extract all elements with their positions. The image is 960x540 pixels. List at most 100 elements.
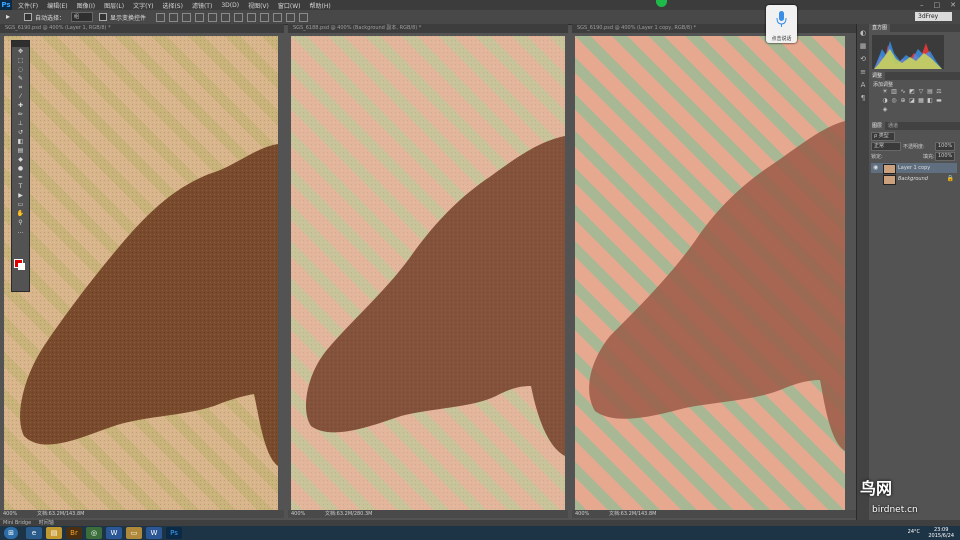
zoom-level[interactable]: 400% bbox=[575, 510, 589, 518]
lasso-tool-icon[interactable]: ◌ bbox=[15, 66, 26, 74]
canvas-2[interactable] bbox=[291, 36, 565, 510]
align-middle-icon[interactable] bbox=[169, 12, 179, 22]
menu-help[interactable]: 帮助(H) bbox=[310, 1, 331, 10]
align-center-icon[interactable] bbox=[208, 12, 218, 22]
distribute-top-icon[interactable] bbox=[234, 12, 244, 22]
history-brush-tool-icon[interactable]: ↺ bbox=[15, 129, 26, 137]
menu-window[interactable]: 窗口(W) bbox=[278, 1, 301, 10]
menu-type[interactable]: 文字(Y) bbox=[133, 1, 153, 10]
minimize-icon[interactable]: – bbox=[920, 1, 924, 9]
crop-tool-icon[interactable]: ⌗ bbox=[15, 84, 26, 92]
distribute-right-icon[interactable] bbox=[299, 12, 309, 22]
pen-tool-icon[interactable]: ✒ bbox=[15, 174, 26, 182]
close-icon[interactable]: ✕ bbox=[950, 1, 956, 9]
document-tab-1[interactable]: SGS_6190.psd @ 400% (Layer 1, RGB/8) * bbox=[0, 24, 284, 33]
menu-file[interactable]: 文件(F) bbox=[18, 1, 38, 10]
gradient-map-icon[interactable]: ▬ bbox=[936, 98, 942, 104]
properties-panel-icon[interactable]: ≡ bbox=[859, 68, 867, 76]
move-tool-icon[interactable]: ✥ bbox=[15, 48, 26, 56]
shape-tool-icon[interactable]: ▭ bbox=[15, 201, 26, 209]
healing-tool-icon[interactable]: ✚ bbox=[15, 102, 26, 110]
explorer-icon[interactable]: ▤ bbox=[46, 527, 62, 539]
brightness-icon[interactable]: ☀ bbox=[882, 89, 888, 95]
distribute-left-icon[interactable] bbox=[273, 12, 283, 22]
photoshop-icon[interactable]: Ps bbox=[166, 527, 182, 539]
paragraph-panel-icon[interactable]: ¶ bbox=[859, 94, 867, 102]
voice-input-widget[interactable]: 点击说话 bbox=[766, 5, 797, 43]
path-select-tool-icon[interactable]: ▶ bbox=[15, 192, 26, 200]
hue-saturation-icon[interactable]: ▤ bbox=[927, 89, 933, 95]
dodge-tool-icon[interactable]: ● bbox=[15, 165, 26, 173]
blend-mode-select[interactable]: 正常 bbox=[871, 142, 901, 151]
word-icon[interactable]: W bbox=[106, 527, 122, 539]
maximize-icon[interactable]: □ bbox=[934, 1, 941, 9]
threshold-icon[interactable]: ◧ bbox=[927, 98, 933, 104]
clock[interactable]: 23:09 2015/6/24 bbox=[928, 527, 954, 539]
align-bottom-icon[interactable] bbox=[182, 12, 192, 22]
zoom-level[interactable]: 400% bbox=[291, 510, 305, 518]
photo-filter-icon[interactable]: ◎ bbox=[891, 98, 897, 104]
color-panel-icon[interactable]: ◐ bbox=[859, 29, 867, 37]
distribute-bottom-icon[interactable] bbox=[260, 12, 270, 22]
selective-color-icon[interactable]: ◈ bbox=[882, 107, 888, 113]
distribute-middle-icon[interactable] bbox=[247, 12, 257, 22]
quick-select-tool-icon[interactable]: ✎ bbox=[15, 75, 26, 83]
type-tool-icon[interactable]: T bbox=[15, 183, 26, 191]
workspace-selector[interactable]: 3dFrey bbox=[915, 12, 952, 21]
fill-input[interactable]: 100% bbox=[935, 152, 955, 161]
tab-channels[interactable]: 通道 bbox=[885, 122, 901, 130]
ie-icon[interactable]: e bbox=[26, 527, 42, 539]
hand-tool-icon[interactable]: ✋ bbox=[15, 210, 26, 218]
canvas-3[interactable] bbox=[575, 36, 845, 510]
eraser-tool-icon[interactable]: ◧ bbox=[15, 138, 26, 146]
auto-select-checkbox[interactable] bbox=[24, 13, 32, 21]
document-tab-3[interactable]: SGS_6190.psd @ 400% (Layer 1 copy, RGB/8… bbox=[572, 24, 856, 33]
opacity-input[interactable]: 100% bbox=[935, 142, 955, 151]
align-left-icon[interactable] bbox=[195, 12, 205, 22]
chrome-icon[interactable]: ◎ bbox=[86, 527, 102, 539]
character-panel-icon[interactable]: A bbox=[859, 81, 867, 89]
eyedropper-tool-icon[interactable]: ⁄ bbox=[15, 93, 26, 101]
curves-icon[interactable]: ∿ bbox=[900, 89, 906, 95]
more-tools-icon[interactable]: … bbox=[15, 228, 26, 236]
menu-3d[interactable]: 3D(D) bbox=[221, 2, 239, 9]
zoom-level[interactable]: 400% bbox=[3, 510, 17, 518]
start-button[interactable]: ⊞ bbox=[4, 527, 18, 539]
eye-icon[interactable]: ◉ bbox=[873, 163, 879, 173]
levels-icon[interactable]: ▥ bbox=[891, 89, 897, 95]
layer-kind-filter[interactable]: ρ 类型 bbox=[871, 132, 895, 141]
history-panel-icon[interactable]: ⟲ bbox=[859, 55, 867, 63]
posterize-icon[interactable]: ▦ bbox=[918, 98, 924, 104]
bridge-icon[interactable]: Br bbox=[66, 527, 82, 539]
menu-image[interactable]: 图像(I) bbox=[77, 1, 95, 10]
canvas-1[interactable] bbox=[4, 36, 278, 510]
channel-mixer-icon[interactable]: ⊕ bbox=[900, 98, 906, 104]
layer-row[interactable]: Background 🔒 bbox=[871, 174, 957, 185]
exposure-icon[interactable]: ◩ bbox=[909, 89, 915, 95]
document-tab-2[interactable]: SGS_6188.psd @ 400% (Background 副本, RGB/… bbox=[288, 24, 568, 33]
tab-layers[interactable]: 图层 bbox=[869, 122, 886, 130]
menu-filter[interactable]: 滤镜(T) bbox=[192, 1, 212, 10]
color-balance-icon[interactable]: ⚖ bbox=[936, 89, 942, 95]
gradient-tool-icon[interactable]: ▤ bbox=[15, 147, 26, 155]
tools-panel-header[interactable] bbox=[12, 41, 29, 47]
background-color-swatch[interactable] bbox=[18, 263, 25, 270]
menu-select[interactable]: 选择(S) bbox=[162, 1, 183, 10]
menu-edit[interactable]: 编辑(E) bbox=[47, 1, 67, 10]
marquee-tool-icon[interactable]: ⬚ bbox=[15, 57, 26, 65]
show-transform-checkbox[interactable] bbox=[99, 13, 108, 21]
zoom-tool-icon[interactable]: ⚲ bbox=[15, 219, 26, 227]
word2-icon[interactable]: W bbox=[146, 527, 162, 539]
black-white-icon[interactable]: ◑ bbox=[882, 98, 888, 104]
blur-tool-icon[interactable]: ◆ bbox=[15, 156, 26, 164]
auto-select-dropdown[interactable]: 组 bbox=[71, 12, 94, 22]
invert-icon[interactable]: ◪ bbox=[909, 98, 915, 104]
align-top-icon[interactable] bbox=[156, 12, 166, 22]
brush-tool-icon[interactable]: ✏ bbox=[15, 111, 26, 119]
distribute-center-icon[interactable] bbox=[286, 12, 296, 22]
menu-layer[interactable]: 图层(L) bbox=[104, 1, 124, 10]
tab-adjustments[interactable]: 调整 bbox=[869, 72, 886, 80]
menu-view[interactable]: 视图(V) bbox=[248, 1, 269, 10]
align-right-icon[interactable] bbox=[221, 12, 231, 22]
swatches-panel-icon[interactable]: ▦ bbox=[859, 42, 867, 50]
